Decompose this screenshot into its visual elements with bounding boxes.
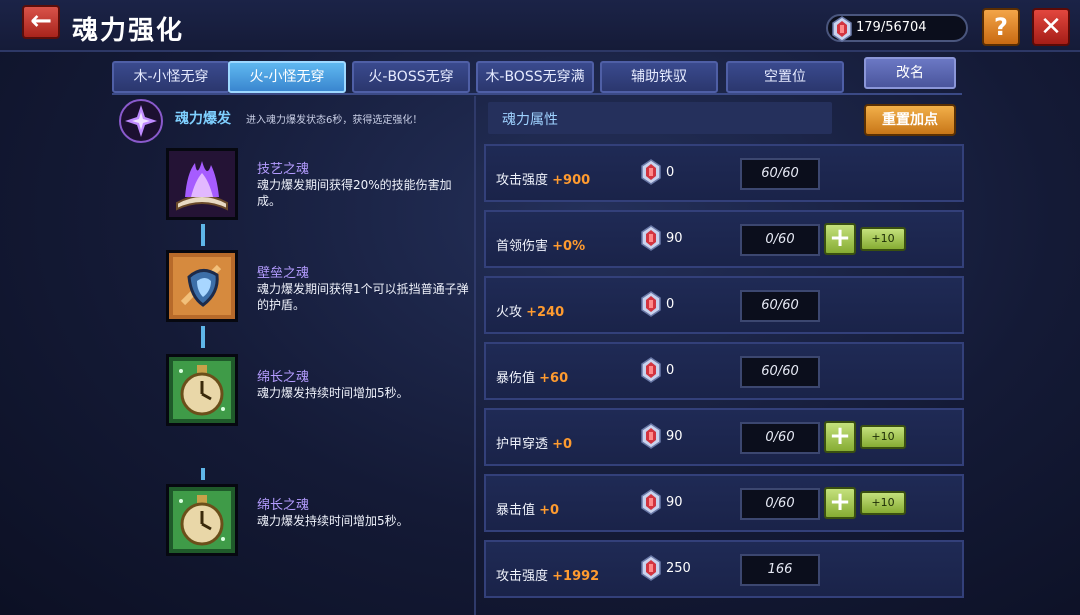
- attribute-row: 暴击值 +0 90 0/60 + +10: [484, 474, 964, 532]
- add-point-button[interactable]: +: [824, 223, 856, 255]
- attribute-row: 暴伤值 +60 0 60/60: [484, 342, 964, 400]
- currency-amount: 179/56704: [856, 20, 927, 35]
- attribute-cost: 90: [666, 231, 683, 246]
- add-ten-points-button[interactable]: +10: [860, 491, 906, 515]
- talent-desc-2: 魂力爆发期间获得1个可以抵挡普通子弹的护盾。: [257, 282, 469, 312]
- add-point-button[interactable]: +: [824, 421, 856, 453]
- soul-burst-description: 进入魂力爆发状态6秒，获得选定强化！: [246, 115, 423, 126]
- attribute-name: 暴伤值: [496, 371, 536, 386]
- attribute-progress: 0/60: [740, 422, 820, 454]
- close-button[interactable]: ✕: [1032, 8, 1070, 46]
- soul-burst-icon: [119, 99, 163, 143]
- soul-gem-icon: [640, 159, 662, 189]
- talent-slot-1[interactable]: [166, 148, 238, 220]
- attribute-name: 攻击强度: [496, 173, 549, 188]
- attribute-label: 攻击强度 +1992: [496, 565, 599, 584]
- talent-connector: [201, 326, 205, 348]
- attribute-bonus: +1992: [552, 569, 600, 584]
- attribute-label: 暴击值 +0: [496, 499, 559, 518]
- clock-timer-icon: [169, 357, 235, 423]
- attribute-name: 攻击强度: [496, 569, 549, 584]
- attribute-bonus: +900: [552, 173, 591, 188]
- attribute-name: 火攻: [496, 305, 523, 320]
- attribute-cost: 0: [666, 297, 675, 312]
- tab-preset-6[interactable]: 空置位: [726, 61, 844, 93]
- soul-attributes-header: 魂力属性: [488, 102, 832, 134]
- attribute-cost: 250: [666, 561, 691, 576]
- talent-name-2: 壁垒之魂: [257, 266, 310, 281]
- talent-desc-3: 魂力爆发持续时间增加5秒。: [257, 386, 409, 400]
- shield-barrier-icon: [169, 253, 235, 319]
- soul-currency-display: 179/56704: [826, 14, 968, 42]
- attribute-row: 攻击强度 +900 0 60/60: [484, 144, 964, 202]
- soul-gem-icon: [640, 423, 662, 453]
- attribute-row: 首领伤害 +0% 90 0/60 + +10: [484, 210, 964, 268]
- attribute-progress: 0/60: [740, 224, 820, 256]
- tab-preset-1[interactable]: 木-小怪无穿: [112, 61, 230, 93]
- clock-timer-icon: [169, 487, 235, 553]
- page-title: 魂力强化: [72, 16, 185, 46]
- attribute-label: 攻击强度 +900: [496, 169, 590, 188]
- talent-name-3: 绵长之魂: [257, 370, 310, 385]
- attribute-cost: 0: [666, 165, 675, 180]
- soul-gem-icon: [640, 555, 662, 585]
- attribute-row: 攻击强度 +1992 250 166: [484, 540, 964, 598]
- attribute-cost: 90: [666, 429, 683, 444]
- purple-flame-book-icon: [169, 151, 235, 217]
- tab-underline: [112, 93, 962, 95]
- help-button[interactable]: ?: [982, 8, 1020, 46]
- attribute-bonus: +0: [539, 503, 560, 518]
- attribute-bonus: +0%: [552, 239, 586, 254]
- back-button[interactable]: ←: [22, 5, 60, 39]
- talent-connector: [201, 224, 205, 246]
- soul-gem-icon: [640, 225, 662, 255]
- panel-divider: [474, 96, 476, 615]
- soul-gem-icon: [640, 291, 662, 321]
- tab-preset-2[interactable]: 火-小怪无穿: [228, 61, 346, 93]
- soul-attributes-title: 魂力属性: [502, 112, 558, 128]
- talent-name-1: 技艺之魂: [257, 162, 310, 177]
- talent-slot-4[interactable]: [166, 484, 238, 556]
- tab-preset-5[interactable]: 辅助铁驭: [600, 61, 718, 93]
- attribute-name: 首领伤害: [496, 239, 549, 254]
- talent-connector: [201, 468, 205, 480]
- talent-slot-3[interactable]: [166, 354, 238, 426]
- attribute-progress: 0/60: [740, 488, 820, 520]
- tab-preset-4[interactable]: 木-BOSS无穿满: [476, 61, 594, 93]
- attribute-bonus: +240: [526, 305, 565, 320]
- add-ten-points-button[interactable]: +10: [860, 227, 906, 251]
- tab-preset-3[interactable]: 火-BOSS无穿: [352, 61, 470, 93]
- soul-gem-icon: [832, 16, 852, 42]
- add-ten-points-button[interactable]: +10: [860, 425, 906, 449]
- attribute-progress: 166: [740, 554, 820, 586]
- talent-name-4: 绵长之魂: [257, 498, 310, 513]
- soul-burst-title: 魂力爆发: [175, 111, 231, 127]
- attribute-label: 火攻 +240: [496, 301, 564, 320]
- talent-slot-2[interactable]: [166, 250, 238, 322]
- attribute-row: 火攻 +240 0 60/60: [484, 276, 964, 334]
- talent-desc-1: 魂力爆发期间获得20%的技能伤害加成。: [257, 178, 452, 208]
- attribute-bonus: +0: [552, 437, 573, 452]
- top-bar: ← 魂力强化 179/56704 ? ✕: [0, 0, 1080, 52]
- soul-gem-icon: [640, 357, 662, 387]
- attribute-row: 护甲穿透 +0 90 0/60 + +10: [484, 408, 964, 466]
- reset-points-button[interactable]: 重置加点: [864, 104, 956, 136]
- attribute-cost: 0: [666, 363, 675, 378]
- attribute-bonus: +60: [539, 371, 569, 386]
- rename-button[interactable]: 改名: [864, 57, 956, 89]
- attribute-name: 暴击值: [496, 503, 536, 518]
- attribute-label: 护甲穿透 +0: [496, 433, 572, 452]
- attribute-label: 暴伤值 +60: [496, 367, 568, 386]
- attribute-cost: 90: [666, 495, 683, 510]
- attribute-label: 首领伤害 +0%: [496, 235, 585, 254]
- attribute-name: 护甲穿透: [496, 437, 549, 452]
- attribute-progress: 60/60: [740, 290, 820, 322]
- attribute-progress: 60/60: [740, 158, 820, 190]
- soul-gem-icon: [640, 489, 662, 519]
- add-point-button[interactable]: +: [824, 487, 856, 519]
- talent-desc-4: 魂力爆发持续时间增加5秒。: [257, 514, 409, 528]
- attribute-progress: 60/60: [740, 356, 820, 388]
